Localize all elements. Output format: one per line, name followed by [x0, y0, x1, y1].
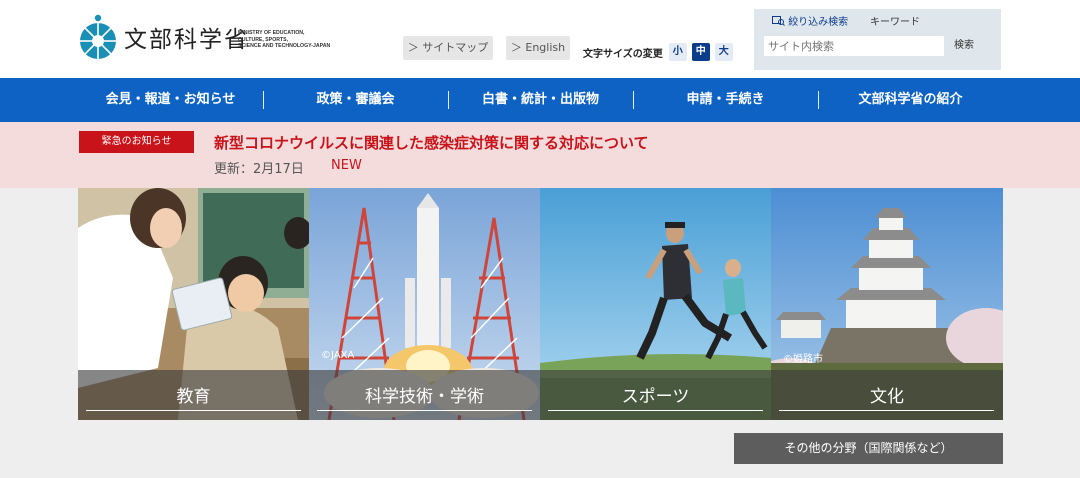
- emergency-badge: 緊急のお知らせ: [79, 131, 194, 153]
- sitemap-link[interactable]: ＞ サイトマップ: [403, 36, 493, 60]
- tile-sports[interactable]: スポーツ: [540, 188, 771, 420]
- new-badge: NEW: [331, 158, 362, 173]
- font-size-medium-button[interactable]: 中: [691, 43, 710, 61]
- global-nav: 会見・報道・お知らせ 政策・審議会 白書・統計・出版物 申請・手続き 文部科学省…: [0, 78, 1080, 122]
- tile-underline: [86, 410, 301, 411]
- tile-label: 文化: [870, 387, 904, 407]
- nav-item-policy[interactable]: 政策・審議会: [263, 78, 448, 122]
- category-tiles: 教育 ©JAXA 科学技術・学術 スポーツ ©姫路市 文化: [78, 188, 1003, 420]
- search-input[interactable]: [764, 36, 944, 56]
- mext-emblem-icon: [80, 14, 116, 59]
- tile-label: 科学技術・学術: [365, 387, 484, 407]
- english-link[interactable]: ＞ English: [506, 36, 570, 60]
- photo-credit: ©JAXA: [321, 350, 355, 361]
- tile-science[interactable]: ©JAXA 科学技術・学術: [309, 188, 540, 420]
- tile-underline: [317, 410, 532, 411]
- nav-item-press[interactable]: 会見・報道・お知らせ: [78, 78, 263, 122]
- photo-credit: ©姫路市: [783, 354, 823, 365]
- tile-underline: [779, 410, 994, 411]
- tile-label: 教育: [176, 387, 211, 407]
- logo-name: 文部科学省: [124, 27, 249, 53]
- font-size-switcher: 文字サイズの変更 小 中 大: [583, 42, 738, 62]
- emergency-title-link[interactable]: 新型コロナウイルスに関連した感染症対策に関する対応について: [214, 132, 649, 153]
- tile-underline: [548, 410, 763, 411]
- search-button[interactable]: 検索: [944, 36, 984, 56]
- site-header: 文部科学省 MINISTRY OF EDUCATION, CULTURE, SP…: [0, 0, 1080, 78]
- search-panel: 絞り込み検索 キーワード 検索: [754, 9, 1001, 70]
- other-fields-button[interactable]: その他の分野（国際関係など）: [734, 433, 1003, 464]
- font-size-small-button[interactable]: 小: [668, 43, 687, 61]
- site-logo[interactable]: 文部科学省 MINISTRY OF EDUCATION, CULTURE, SP…: [78, 14, 368, 60]
- tile-culture[interactable]: ©姫路市 文化: [771, 188, 1003, 420]
- keyword-search-tab[interactable]: キーワード: [870, 13, 920, 28]
- search-filter-icon: [772, 16, 785, 26]
- emergency-date: 更新：2月17日: [214, 162, 304, 177]
- tile-education[interactable]: 教育: [78, 188, 309, 420]
- emergency-notice: 緊急のお知らせ 新型コロナウイルスに関連した感染症対策に関する対応について 更新…: [0, 122, 1080, 188]
- nav-item-publications[interactable]: 白書・統計・出版物: [448, 78, 633, 122]
- font-size-large-button[interactable]: 大: [714, 43, 733, 61]
- tile-label: スポーツ: [621, 387, 690, 407]
- font-size-label: 文字サイズの変更: [583, 48, 663, 60]
- narrow-search-tab[interactable]: 絞り込み検索: [772, 13, 848, 28]
- nav-item-about[interactable]: 文部科学省の紹介: [818, 78, 1003, 122]
- logo-english: MINISTRY OF EDUCATION, CULTURE, SPORTS, …: [238, 30, 331, 50]
- nav-item-applications[interactable]: 申請・手続き: [633, 78, 818, 122]
